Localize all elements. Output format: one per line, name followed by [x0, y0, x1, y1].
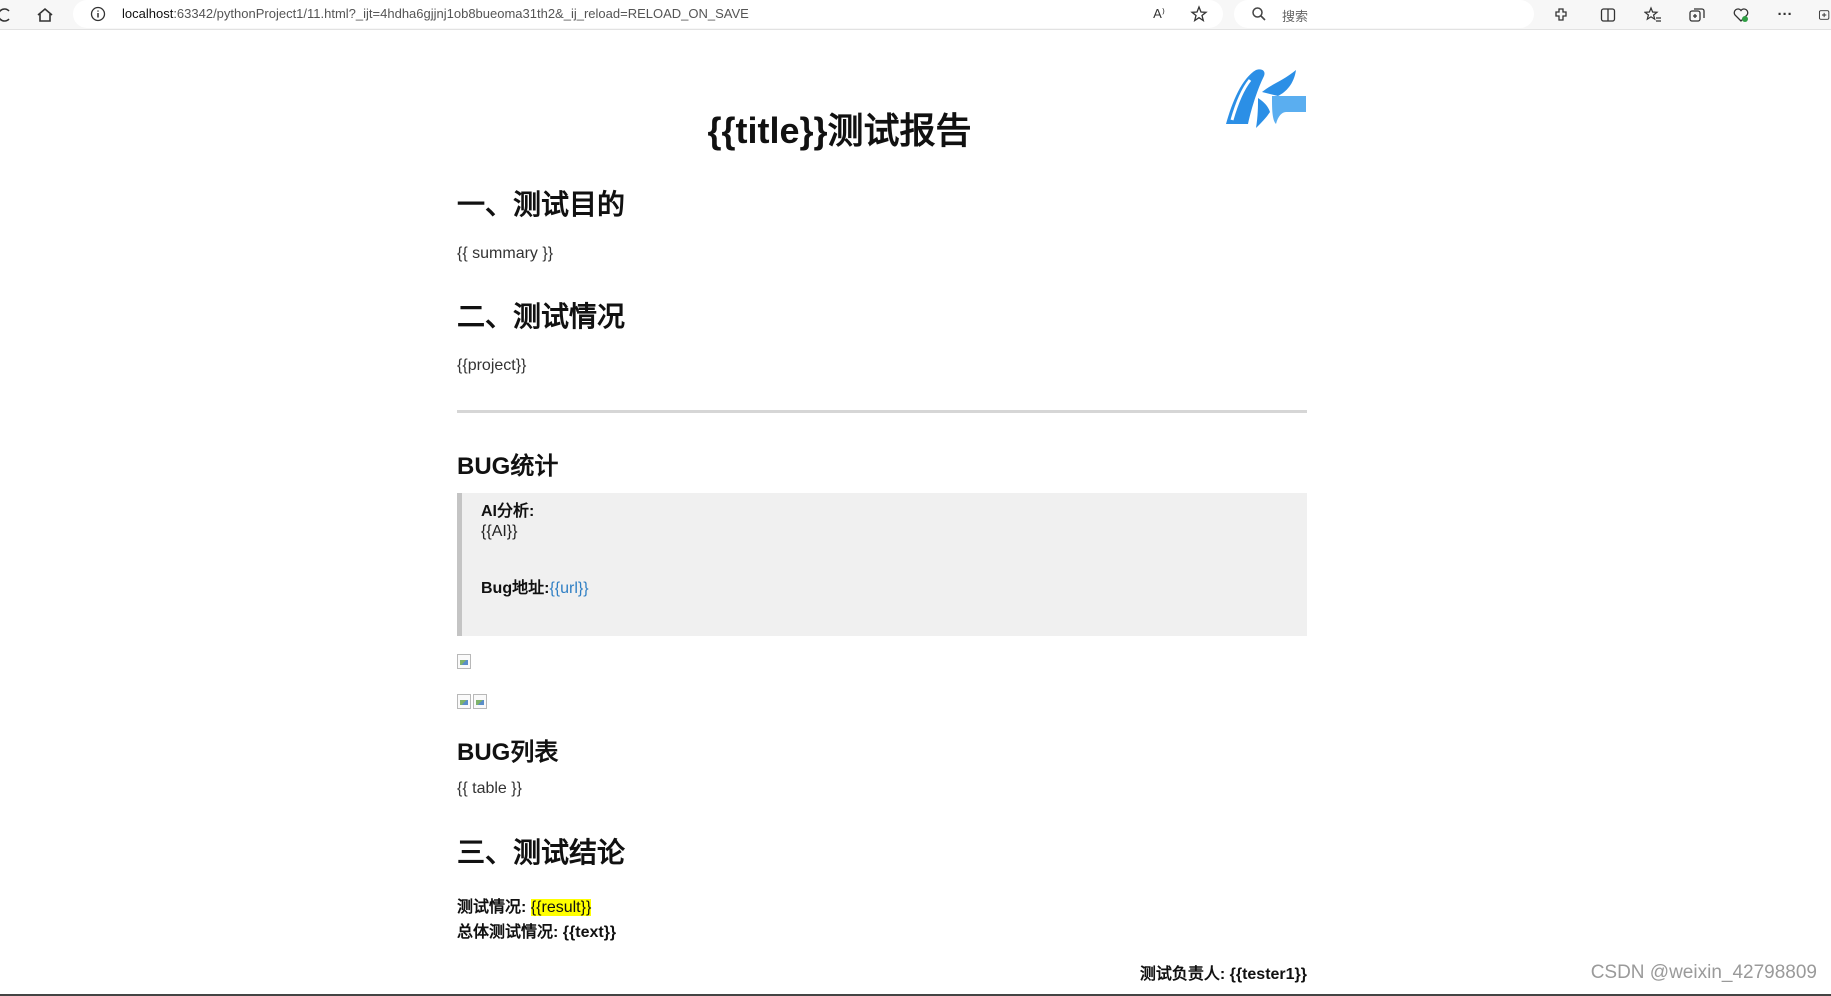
- broken-image-chart-1: [457, 654, 471, 669]
- url-path: :63342/pythonProject1/11.html?_ijt=4hdha…: [173, 6, 749, 21]
- favorite-star-icon[interactable]: [1189, 5, 1209, 23]
- bug-table-placeholder: {{ table }}: [457, 780, 522, 797]
- overall-value: {{text}}: [562, 924, 617, 941]
- home-icon[interactable]: [34, 5, 56, 25]
- horizontal-divider: [457, 410, 1307, 413]
- bug-list-heading: BUG列表: [457, 739, 559, 766]
- more-menu-label: ···: [1777, 5, 1793, 23]
- result-row: 测试情况: {{result}}: [457, 893, 592, 917]
- broken-image-chart-3: [473, 694, 487, 709]
- collections-icon[interactable]: [1687, 5, 1707, 25]
- url-host: localhost: [122, 6, 174, 21]
- search-icon: [1251, 6, 1267, 22]
- address-bar[interactable]: localhost:63342/pythonProject1/11.html?_…: [73, 0, 1223, 28]
- bug-stats-heading: BUG统计: [457, 453, 559, 480]
- overall-label: 总体测试情况:: [457, 924, 559, 941]
- favorites-icon[interactable]: [1643, 5, 1663, 25]
- broken-image-chart-2: [457, 694, 471, 709]
- project-text: {{project}}: [457, 357, 527, 374]
- browser-essentials-icon[interactable]: [1731, 5, 1751, 25]
- result-label: 测试情况:: [457, 899, 527, 916]
- ai-analysis-value: {{AI}}: [481, 523, 518, 540]
- section-heading-purpose: 一、测试目的: [457, 189, 626, 220]
- new-tab-icon[interactable]: [1818, 5, 1831, 25]
- page-title: {{title}}测试报告: [707, 110, 972, 151]
- more-menu-icon[interactable]: ···: [1775, 4, 1795, 24]
- section-heading-conclusion: 三、测试结论: [457, 837, 626, 868]
- search-box[interactable]: 搜索: [1234, 0, 1534, 28]
- section-heading-status: 二、测试情况: [457, 301, 626, 332]
- ai-analysis-blockquote: AI分析: {{AI}} Bug地址:{{url}}: [457, 493, 1307, 636]
- result-value-highlight: {{result}}: [530, 899, 592, 916]
- overall-row: 总体测试情况: {{text}}: [457, 918, 616, 942]
- read-aloud-icon[interactable]: A⁾: [1149, 5, 1169, 23]
- url-text[interactable]: localhost:63342/pythonProject1/11.html?_…: [122, 6, 749, 21]
- tester-signature: 测试负责人: {{tester1}}: [457, 960, 1307, 984]
- report-logo: [1222, 62, 1308, 132]
- summary-text: {{ summary }}: [457, 245, 554, 262]
- search-placeholder: 搜索: [1282, 9, 1309, 24]
- site-info-icon[interactable]: [90, 6, 106, 22]
- bug-url-link[interactable]: {{url}}: [549, 580, 588, 597]
- bug-url-label: Bug地址:: [481, 580, 550, 597]
- browser-toolbar: localhost:63342/pythonProject1/11.html?_…: [0, 0, 1831, 30]
- tester-value: {{tester1}}: [1229, 966, 1307, 983]
- tester-label: 测试负责人:: [1139, 966, 1226, 983]
- ai-analysis-label: AI分析:: [481, 503, 535, 520]
- extensions-icon[interactable]: [1551, 5, 1571, 25]
- split-screen-icon[interactable]: [1598, 5, 1618, 25]
- refresh-icon[interactable]: [0, 5, 12, 25]
- read-aloud-label: A⁾: [1153, 6, 1165, 21]
- bug-url-row: Bug地址:{{url}}: [481, 574, 589, 598]
- csdn-watermark: CSDN @weixin_42798809: [1590, 962, 1817, 983]
